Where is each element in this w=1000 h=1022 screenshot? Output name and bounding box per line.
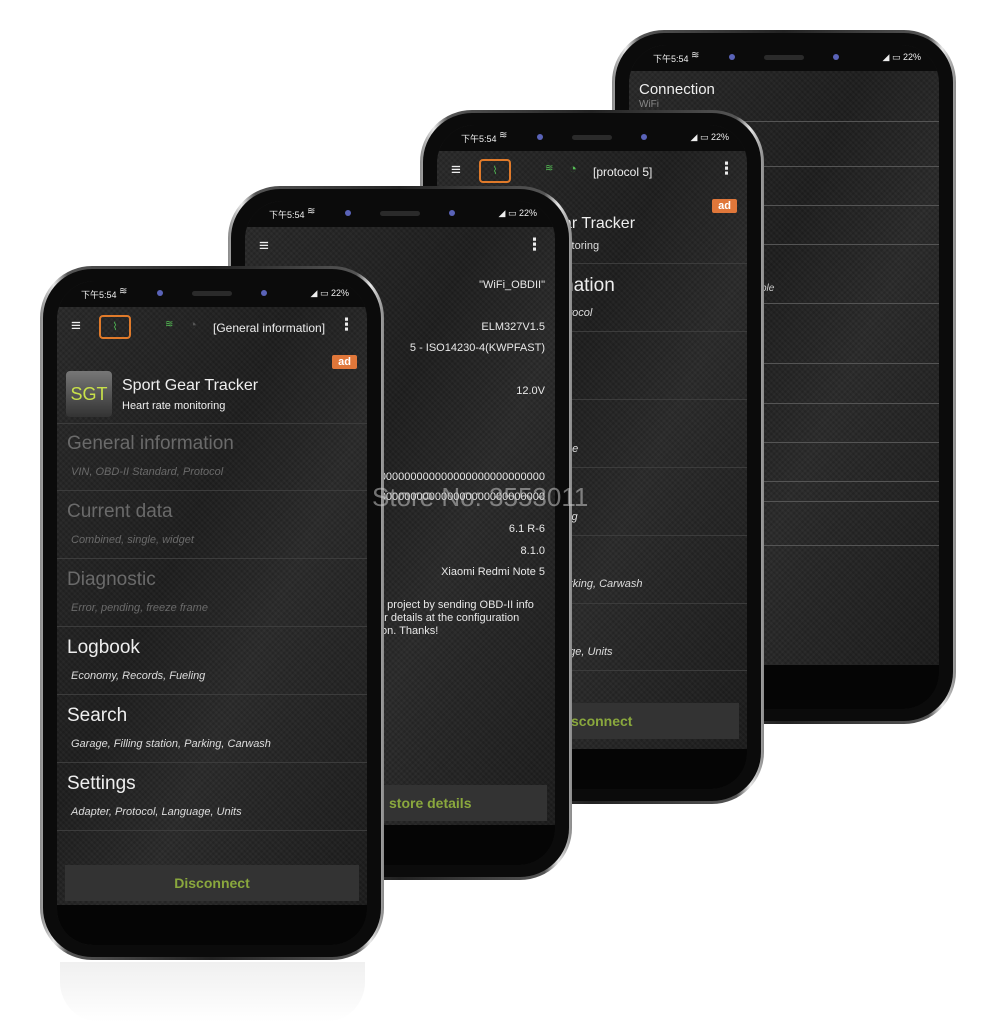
notch: [325, 201, 475, 227]
notch: [709, 45, 859, 71]
menu-item-title: Search: [67, 705, 128, 726]
menu-item-subtitle: Error, pending, freeze frame: [71, 602, 208, 614]
battery-percent: 22%: [902, 52, 921, 62]
menu-icon[interactable]: ≡: [451, 161, 461, 178]
status-time: 下午5:54: [81, 290, 117, 300]
menu-icon[interactable]: ≡: [259, 237, 269, 254]
battery-level: ◢ ▭ 22%: [498, 208, 537, 218]
menu-item-subtitle: Economy, Records, Fueling: [71, 670, 206, 682]
store-watermark: Store No: 3553011: [372, 482, 589, 512]
ad-subtitle: Heart rate monitoring: [122, 400, 226, 412]
message-line: e project by sending OBD-II info: [378, 599, 534, 611]
divider: [57, 558, 367, 559]
nav-bar: [57, 905, 367, 945]
wifi-icon: ≋: [307, 206, 316, 217]
adapter-version-value: ELM327V1.5: [481, 321, 545, 333]
divider: [57, 626, 367, 627]
more-options-icon[interactable]: ⋮: [338, 315, 355, 335]
menu-item-subtitle: Adapter, Protocol, Language, Units: [71, 806, 242, 818]
menu-item-title: Settings: [67, 773, 136, 794]
speaker: [764, 55, 804, 60]
menu-item-subtitle: Combined, single, widget: [71, 534, 194, 546]
sensor: [261, 290, 267, 296]
toolbar: ≡ ⌇ ≋ ◔ [General information] ⋮: [57, 307, 367, 347]
status-time: 下午5:54: [653, 54, 689, 64]
divider: [57, 762, 367, 763]
toolbar-title: [General information]: [213, 321, 326, 335]
camera: [537, 134, 543, 140]
battery-percent: 22%: [518, 208, 537, 218]
battery-level: ◢ ▭ 22%: [310, 288, 349, 298]
ad-title-fragment[interactable]: ar Tracker: [563, 215, 635, 233]
speaker: [380, 211, 420, 216]
message-line: ar details at the configuration: [378, 612, 520, 624]
camera: [157, 290, 163, 296]
speaker: [572, 135, 612, 140]
engine-logo-icon: ⌇: [99, 315, 131, 339]
divider: [57, 694, 367, 695]
menu-item-title: Logbook: [67, 637, 140, 658]
disconnect-button[interactable]: Disconnect: [65, 865, 359, 901]
android-version-value: 8.1.0: [520, 545, 545, 557]
phone-main-menu: 下午5:54 ≋ ◢ ▭ 22% ≡ ⌇ ≋ ◔ [General informat…: [40, 266, 384, 960]
device-model-value: Xiaomi Redmi Note 5: [441, 566, 545, 578]
message-line: ton. Thanks!: [378, 625, 439, 637]
more-options-icon[interactable]: ⋮: [718, 159, 735, 179]
section-subtitle: WiFi: [639, 99, 659, 110]
wifi-ssid-value: "WiFi_OBDII": [479, 279, 545, 291]
ad-banner[interactable]: SGT Sport Gear Tracker Heart rate monito…: [57, 369, 367, 423]
ad-badge[interactable]: ad: [712, 199, 737, 213]
section-title: Connection: [639, 81, 715, 98]
reflection: [60, 962, 365, 1022]
engine-logo-icon: ⌇: [479, 159, 511, 183]
menu-item-subtitle: Garage, Filling station, Parking, Carwas…: [71, 738, 271, 750]
menu-item-title: General information: [67, 433, 234, 454]
wifi-icon: ≋: [119, 286, 128, 297]
screen: 下午5:54 ≋ ◢ ▭ 22% ≡ ⌇ ≋ ◔ [General informat…: [57, 281, 367, 945]
battery-percent: 22%: [710, 132, 729, 142]
notch: [137, 281, 287, 307]
gauge-icon: ◔: [189, 317, 197, 332]
sensor: [833, 54, 839, 60]
ad-badge[interactable]: ad: [332, 355, 357, 369]
status-time: 下午5:54: [269, 210, 305, 220]
toolbar: ≡ ⋮: [245, 227, 555, 267]
menu-subtitle-fragment: arking, Carwash: [563, 578, 643, 590]
protocol-value: 5 - ISO14230-4(KWPFAST): [409, 342, 545, 354]
sgt-app-icon: SGT: [66, 371, 112, 417]
wifi-icon: ≋: [691, 50, 700, 61]
camera: [345, 210, 351, 216]
gauge-icon: ◔: [569, 161, 577, 176]
wifi-connected-icon: ≋: [165, 319, 174, 330]
menu-item-title: Diagnostic: [67, 569, 156, 590]
status-time: 下午5:54: [461, 134, 497, 144]
menu-item-title: Current data: [67, 501, 173, 522]
battery-percent: 22%: [330, 288, 349, 298]
battery-level: ◢ ▭ 22%: [882, 52, 921, 62]
camera: [729, 54, 735, 60]
app-version-value: 6.1 R-6: [508, 523, 545, 535]
battery-level: ◢ ▭ 22%: [690, 132, 729, 142]
notch: [517, 125, 667, 151]
support-message: e project by sending OBD-II info ar detai…: [378, 599, 555, 638]
sensor: [641, 134, 647, 140]
toolbar-title: [protocol 5]: [593, 165, 653, 179]
voltage-value: 12.0V: [516, 385, 545, 397]
more-options-icon[interactable]: ⋮: [526, 235, 543, 255]
menu-icon[interactable]: ≡: [71, 317, 81, 334]
menu-item-subtitle: VIN, OBD-II Standard, Protocol: [71, 466, 224, 478]
divider: [57, 830, 367, 831]
sensor: [449, 210, 455, 216]
wifi-connected-icon: ≋: [545, 163, 554, 174]
toolbar: ≡ ⌇ ≋ ◔ [protocol 5] ⋮: [437, 151, 747, 191]
wifi-icon: ≋: [499, 130, 508, 141]
speaker: [192, 291, 232, 296]
ad-title: Sport Gear Tracker: [122, 377, 259, 394]
divider: [57, 490, 367, 491]
